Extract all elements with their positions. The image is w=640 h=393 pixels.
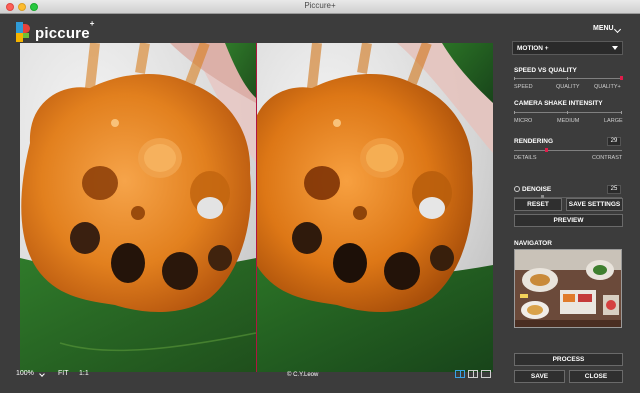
side-by-side-icon[interactable] [468, 370, 478, 378]
slider-tick [514, 111, 515, 114]
split-view-icon[interactable] [455, 370, 465, 378]
denoise-value[interactable]: 25 [607, 185, 621, 194]
medium-label: MEDIUM [557, 118, 580, 124]
process-button[interactable]: PROCESS [514, 353, 623, 366]
app-body: piccure+ MENU 100% FIT 1:1 © C.Y.Leow MO… [0, 14, 640, 393]
chevron-down-icon[interactable] [613, 25, 622, 34]
food-photo-processed [257, 43, 493, 372]
save-button[interactable]: SAVE [514, 370, 565, 383]
camera-shake-label: CAMERA SHAKE INTENSITY [514, 100, 603, 107]
slider-tick [621, 111, 622, 114]
quality-plus-label: QUALITY+ [594, 84, 621, 90]
menu-button[interactable]: MENU [593, 25, 614, 32]
title-bar: Piccure+ [0, 0, 640, 14]
food-photo-original [20, 43, 256, 372]
single-view-icon[interactable] [481, 370, 491, 378]
slider-tick [567, 111, 568, 114]
logo-icon [16, 22, 32, 44]
reset-button[interactable]: RESET [514, 198, 562, 211]
micro-label: MICRO [514, 118, 533, 124]
original-image[interactable] [20, 43, 256, 372]
denoise-radio[interactable] [514, 186, 520, 192]
quality-label: QUALITY [556, 84, 580, 90]
fit-button[interactable]: FIT [58, 370, 69, 377]
denoise-label: DENOISE [522, 186, 552, 193]
details-label: DETAILS [514, 155, 537, 161]
speed-quality-label: SPEED VS QUALITY [514, 67, 577, 74]
contrast-label: CONTRAST [592, 155, 623, 161]
photo-credit: © C.Y.Leow [287, 372, 319, 378]
rendering-label: RENDERING [514, 138, 554, 145]
dropdown-arrow-icon [612, 46, 618, 50]
camera-shake-slider[interactable] [514, 112, 622, 113]
image-canvas[interactable] [20, 43, 493, 372]
large-label: LARGE [604, 118, 623, 124]
slider-tick [514, 77, 515, 80]
preview-image[interactable] [257, 43, 493, 372]
speed-label: SPEED [514, 84, 533, 90]
rendering-handle[interactable] [545, 148, 548, 152]
logo-text: piccure+ [35, 18, 95, 42]
rendering-value[interactable]: 29 [607, 137, 621, 146]
navigator-thumbnail[interactable] [514, 249, 622, 328]
navigator-image [515, 250, 621, 327]
slider-tick [567, 77, 568, 80]
navigator-label: NAVIGATOR [514, 240, 552, 247]
window-title: Piccure+ [304, 1, 336, 10]
speed-quality-handle[interactable] [620, 76, 623, 80]
close-button[interactable]: CLOSE [569, 370, 623, 383]
speed-quality-slider[interactable] [514, 78, 622, 79]
chevron-down-icon[interactable] [39, 371, 45, 377]
mode-dropdown[interactable]: MOTION + [512, 41, 623, 55]
save-settings-button[interactable]: SAVE SETTINGS [566, 198, 623, 211]
app-logo: piccure+ [16, 18, 95, 44]
mode-dropdown-value: MOTION + [517, 45, 549, 52]
rendering-slider[interactable] [514, 150, 622, 151]
preview-button[interactable]: PREVIEW [514, 214, 623, 227]
zoom-select[interactable]: 100% [16, 370, 34, 377]
actual-size-button[interactable]: 1:1 [79, 370, 89, 377]
